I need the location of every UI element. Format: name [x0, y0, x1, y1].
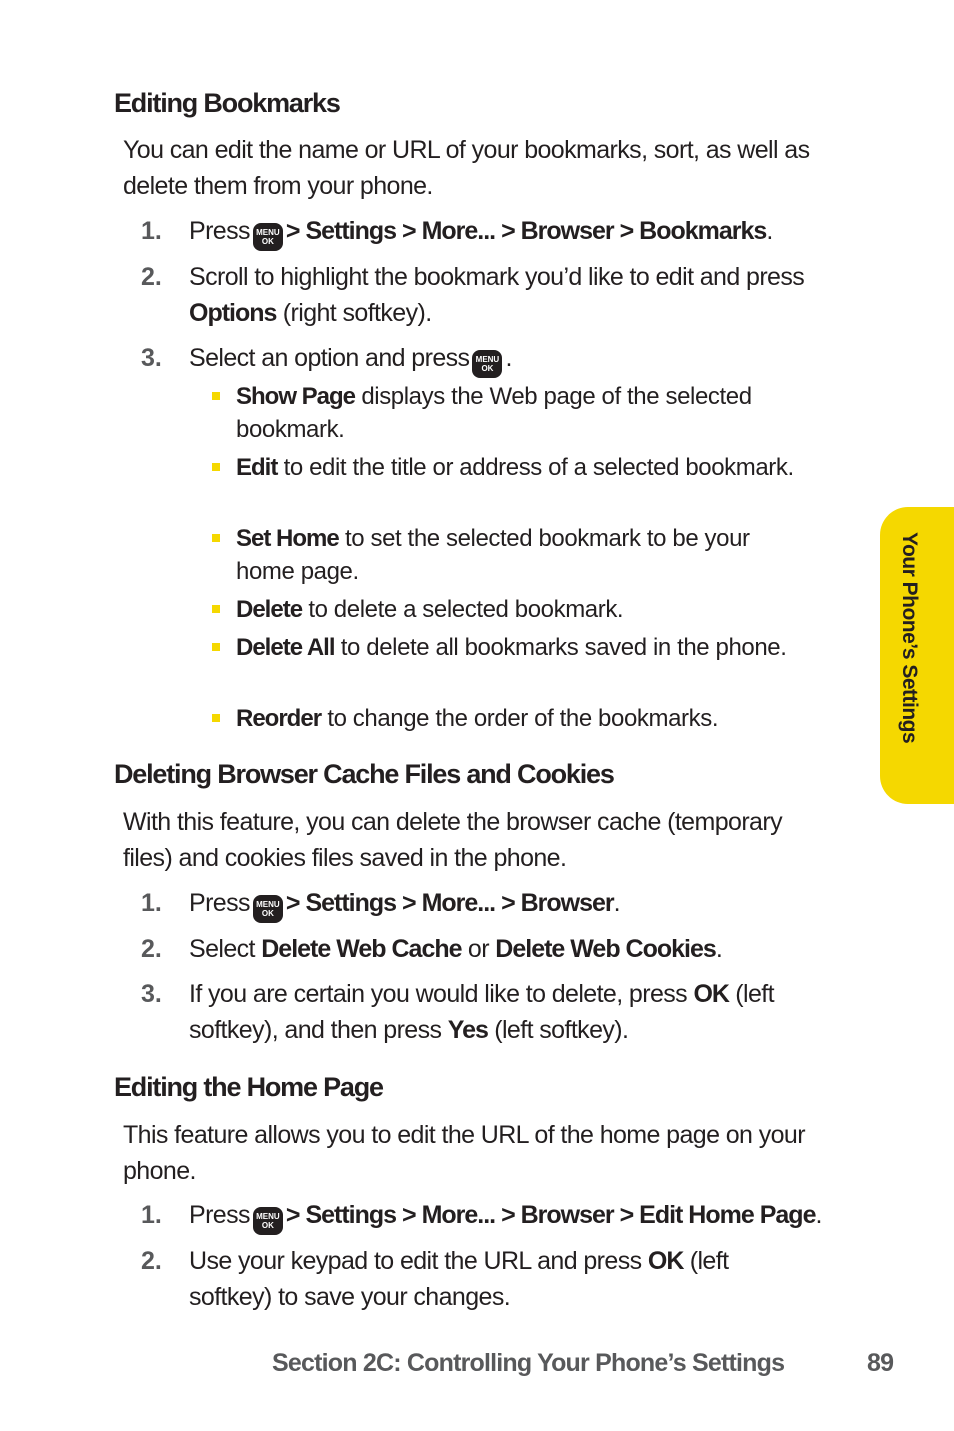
step-item: 1. Press MENU OK > Settings > More... > Bro… [141, 885, 851, 923]
option-bullet: Reorder to change the order of the bookm… [212, 702, 812, 735]
intro-editing-home-page: This feature allows you to edit the URL … [123, 1121, 806, 1185]
step-item: 2. Use your keypad to edit the URL and p… [141, 1243, 791, 1315]
bullet-square-icon [212, 392, 220, 400]
step-number: 2. [141, 1247, 162, 1275]
bullet-square-icon [212, 714, 220, 722]
bullet-square-icon [212, 605, 220, 613]
step-item: 3. If you are certain you would like to … [141, 976, 851, 1048]
menu-ok-key-icon: MENU OK [252, 895, 283, 923]
page-number: 89 [867, 1349, 894, 1377]
step-number: 1. [141, 889, 162, 917]
step-text: Select an option and press [189, 344, 470, 372]
option-bullet: Edit to edit the title or address of a s… [212, 451, 812, 484]
intro-editing-bookmarks: You can edit the name or URL of your boo… [123, 136, 810, 200]
step-number: 1. [141, 217, 162, 245]
footer-section-title: Section 2C: Controlling Your Phone’s Set… [272, 1349, 785, 1377]
heading-editing-home-page: Editing the Home Page [114, 1072, 384, 1102]
step-item: 1. Press MENU OK > Settings > More... > Bro… [141, 213, 851, 251]
option-bullet: Show Page displays the Web page of the s… [212, 380, 812, 446]
heading-deleting-cache: Deleting Browser Cache Files and Cookies [114, 759, 615, 789]
menu-path: > Settings > More... > Browser > Bookmar… [285, 217, 767, 245]
step-number: 3. [141, 980, 162, 1008]
section-tab-label: Your Phone’s Settings [898, 532, 921, 744]
option-bullet: Delete All to delete all bookmarks saved… [212, 631, 812, 664]
step-number: 3. [141, 344, 162, 372]
menu-path: > Settings > More... > Browser [285, 889, 615, 917]
step-item: 2. Select Delete Web Cache or Delete Web… [141, 931, 851, 967]
intro-deleting-cache: With this feature, you can delete the br… [123, 808, 783, 872]
menu-ok-key-icon: MENU OK [252, 223, 283, 251]
step-number: 2. [141, 263, 162, 291]
softkey-label: Options [189, 299, 277, 327]
menu-ok-key-icon: MENU OK [472, 350, 503, 378]
step-number: 2. [141, 935, 162, 963]
step-text: Scroll to highlight the bookmark you’d l… [189, 263, 805, 291]
step-number: 1. [141, 1201, 162, 1229]
option-bullet: Delete to delete a selected bookmark. [212, 593, 812, 626]
bullet-square-icon [212, 534, 220, 542]
step-item: 3. Select an option and press MENU OK. [141, 340, 851, 378]
step-item: 1. Press MENU OK > Settings > More... > Bro… [141, 1197, 851, 1235]
heading-editing-bookmarks: Editing Bookmarks [114, 88, 341, 118]
bullet-square-icon [212, 463, 220, 471]
menu-path: > Settings > More... > Browser > Edit Ho… [285, 1201, 817, 1229]
step-text: Press [189, 217, 251, 245]
step-item: 2. Scroll to highlight the bookmark you’… [141, 259, 851, 331]
bullet-square-icon [212, 643, 220, 651]
option-bullet: Set Home to set the selected bookmark to… [212, 522, 812, 588]
menu-ok-key-icon: MENU OK [252, 1207, 283, 1235]
